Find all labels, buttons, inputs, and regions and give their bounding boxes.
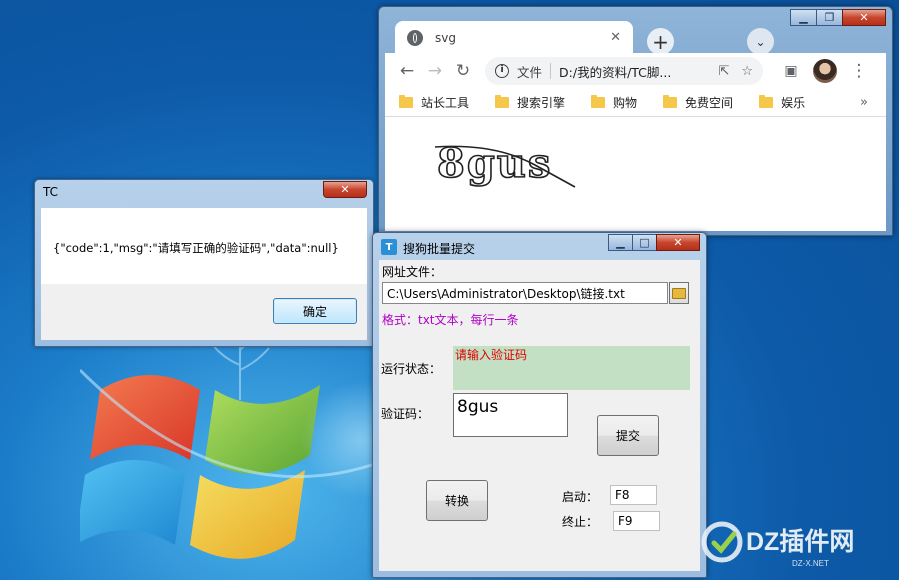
bookmark-item[interactable]: 站长工具	[399, 94, 469, 111]
avatar[interactable]	[813, 59, 837, 83]
format-hint: 格式：txt文本，每行一条	[382, 313, 519, 327]
dialog-title: TC	[43, 185, 59, 199]
status-label: 运行状态：	[381, 362, 442, 376]
url-text[interactable]: D:/我的资料/TC脚...	[559, 62, 714, 81]
start-hotkey-label: 启动：	[562, 490, 599, 504]
tab-search-button[interactable]: ⌄	[747, 28, 774, 55]
folder-open-icon	[672, 287, 686, 299]
side-panel-icon[interactable]: ▣	[777, 63, 805, 79]
minimize-button[interactable]: ▁	[608, 234, 633, 251]
submit-button[interactable]: 提交	[597, 415, 659, 456]
site-watermark: DZ插件网 DZ-X.NET	[701, 521, 854, 568]
bookmark-label: 搜索引擎	[517, 96, 566, 110]
close-button[interactable]: ✕	[656, 234, 700, 251]
stop-hotkey-field[interactable]: F9	[613, 511, 660, 531]
address-bar[interactable]: i 文件 D:/我的资料/TC脚... ⇱ ☆	[485, 57, 763, 85]
folder-icon	[495, 95, 510, 108]
star-icon[interactable]: ☆	[741, 64, 753, 79]
captcha-label: 验证码：	[381, 407, 430, 421]
app-caption-buttons: ▁ □ ✕	[608, 234, 700, 251]
stop-hotkey-label: 终止：	[562, 515, 599, 529]
bookmark-item[interactable]: 购物	[591, 94, 637, 111]
browser-toolbar: ← → ↻ i 文件 D:/我的资料/TC脚... ⇱ ☆ ▣ ⋮	[385, 53, 886, 89]
maximize-button[interactable]: □	[632, 234, 657, 251]
page-viewport: 8gus	[385, 117, 886, 231]
status-display: 请输入验证码	[453, 346, 690, 390]
watermark-brand: DZ插件网	[746, 528, 854, 556]
folder-icon	[663, 95, 678, 108]
info-icon[interactable]: i	[495, 64, 509, 78]
app-client-area: 网址文件： C:\Users\Administrator\Desktop\链接.…	[379, 260, 700, 571]
bookmark-label: 站长工具	[421, 96, 470, 110]
bookmark-label: 免费空间	[685, 96, 734, 110]
bookmark-label: 购物	[613, 96, 638, 110]
chevron-down-icon: ⌄	[755, 34, 766, 49]
bookmarks-overflow-icon[interactable]: »	[860, 95, 868, 110]
dialog-body: {"code":1,"msg":"请填写正确的验证码","data":null}	[41, 208, 367, 284]
folder-icon	[759, 95, 774, 108]
forward-arrow-icon[interactable]: →	[421, 61, 449, 81]
tab-title: svg	[435, 30, 456, 45]
minimize-icon: ▁	[616, 236, 625, 249]
browser-tab[interactable]: svg ✕	[395, 21, 633, 54]
back-arrow-icon[interactable]: ←	[393, 61, 421, 81]
browser-window: ▁ ❐ ✕ svg ✕ + ⌄ ← → ↻ i 文件 D:/我的资料/TC脚..…	[378, 6, 893, 236]
plus-icon: +	[652, 29, 669, 54]
watermark-sub: DZ-X.NET	[792, 559, 829, 568]
ok-button[interactable]: 确定	[273, 298, 357, 324]
sogou-submit-window: T 搜狗批量提交 ▁ □ ✕ 网址文件： C:\Users\Administra…	[372, 232, 707, 578]
app-title: 搜狗批量提交	[403, 242, 476, 256]
bookmark-item[interactable]: 免费空间	[663, 94, 733, 111]
folder-icon	[591, 95, 606, 108]
url-file-input[interactable]: C:\Users\Administrator\Desktop\链接.txt	[382, 282, 668, 304]
bookmark-label: 娱乐	[781, 96, 806, 110]
captcha-image: 8gus	[434, 139, 576, 188]
captcha-input[interactable]: 8gus	[453, 393, 568, 437]
omnibox-divider	[550, 63, 552, 79]
convert-button[interactable]: 转换	[426, 480, 488, 521]
share-icon[interactable]: ⇱	[718, 64, 729, 79]
browse-file-button[interactable]	[669, 282, 689, 304]
maximize-icon: □	[639, 236, 650, 249]
bookmarks-bar: 站长工具 搜索引擎 购物 免费空间 娱乐 »	[385, 89, 886, 117]
dialog-footer: 确定	[41, 284, 367, 340]
dialog-close-button[interactable]: ✕	[323, 181, 367, 198]
bookmark-item[interactable]: 娱乐	[759, 94, 805, 111]
dialog-message: {"code":1,"msg":"请填写正确的验证码","data":null}	[53, 241, 339, 255]
close-icon: ✕	[340, 183, 350, 196]
tab-close-icon[interactable]: ✕	[610, 30, 621, 45]
message-dialog: TC ✕ {"code":1,"msg":"请填写正确的验证码","data":…	[34, 179, 374, 347]
app-icon: T	[381, 239, 397, 255]
close-icon: ✕	[673, 236, 683, 249]
reload-icon[interactable]: ↻	[449, 61, 477, 81]
bookmark-item[interactable]: 搜索引擎	[495, 94, 565, 111]
folder-icon	[399, 95, 413, 108]
more-menu-icon[interactable]: ⋮	[845, 61, 873, 81]
watermark-check-icon	[711, 531, 737, 554]
new-tab-button[interactable]: +	[647, 28, 674, 55]
watermark-logo-icon	[701, 521, 743, 563]
toolbar-right: ▣ ⋮	[777, 59, 873, 83]
globe-icon	[407, 29, 423, 46]
security-label: 文件	[517, 64, 543, 80]
start-hotkey-field[interactable]: F8	[610, 485, 657, 505]
tab-strip: svg ✕ + ⌄	[385, 15, 886, 55]
url-file-label: 网址文件：	[382, 265, 443, 279]
